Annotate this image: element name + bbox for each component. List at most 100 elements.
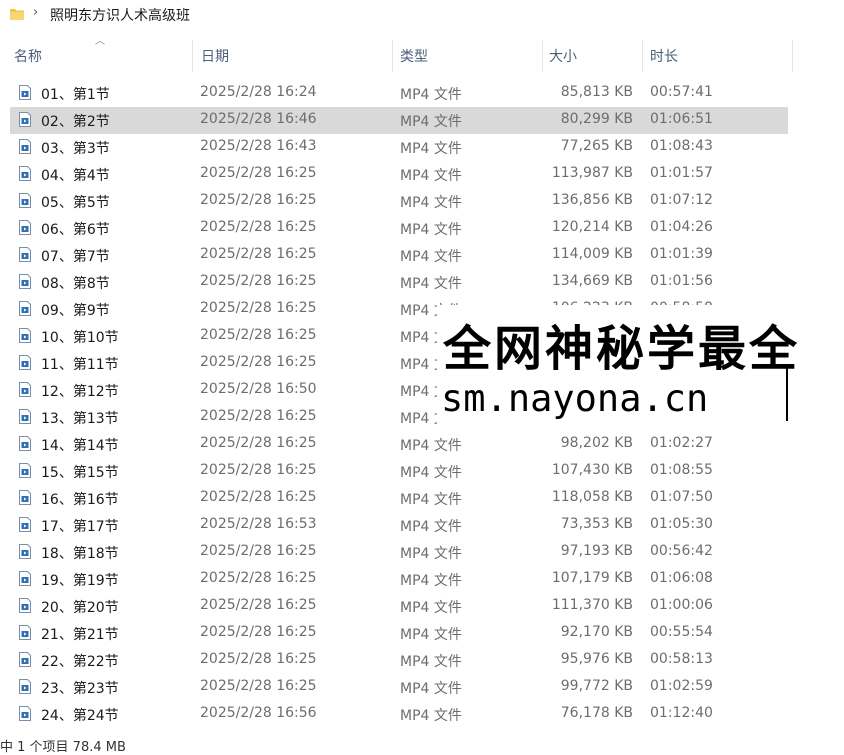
file-duration: 01:02:59	[650, 678, 713, 694]
file-type: MP4 文件	[400, 276, 462, 292]
file-size: 98,202 KB	[560, 435, 633, 451]
file-type: MP4 文件	[400, 681, 462, 697]
file-row[interactable]: 20、第20节 2025/2/28 16:25 MP4 文件 111,370 KB 01…	[10, 593, 788, 620]
column-size[interactable]: 大小	[549, 46, 577, 66]
file-name[interactable]: 10、第10节	[41, 327, 119, 347]
column-header: ︿ 名称 日期 类型 大小 时长	[0, 36, 844, 72]
file-type: MP4 文件	[400, 600, 462, 616]
file-type: MP4 文件	[400, 465, 462, 481]
file-type: MP4 文件	[400, 627, 462, 643]
file-name[interactable]: 11、第11节	[41, 354, 119, 374]
video-file-icon	[19, 220, 31, 235]
file-name[interactable]: 21、第21节	[41, 624, 119, 644]
file-name[interactable]: 24、第24节	[41, 705, 119, 725]
file-type: MP4 文件	[400, 114, 462, 130]
file-size: 97,193 KB	[560, 543, 633, 559]
file-duration: 00:55:54	[650, 624, 713, 640]
file-duration: 00:58:13	[650, 651, 713, 667]
file-date: 2025/2/28 16:50	[200, 381, 317, 397]
file-name[interactable]: 03、第3节	[41, 138, 110, 158]
column-name[interactable]: 名称	[14, 46, 42, 66]
file-name[interactable]: 20、第20节	[41, 597, 119, 617]
breadcrumb-folder[interactable]: 照明东方识人术高级班	[50, 5, 190, 25]
file-row[interactable]: 04、第4节 2025/2/28 16:25 MP4 文件 113,987 KB 01:…	[10, 161, 788, 188]
watermark-title: 全网神秘学最全	[443, 321, 801, 377]
file-row[interactable]: 18、第18节 2025/2/28 16:25 MP4 文件 97,193 KB 00:…	[10, 539, 788, 566]
file-type: MP4 文件	[400, 141, 462, 157]
file-name[interactable]: 06、第6节	[41, 219, 110, 239]
file-row[interactable]: 19、第19节 2025/2/28 16:25 MP4 文件 107,179 KB 01…	[10, 566, 788, 593]
file-size: 73,353 KB	[560, 516, 633, 532]
file-size: 118,058 KB	[551, 489, 633, 505]
text-cursor	[786, 367, 788, 421]
column-type[interactable]: 类型	[400, 46, 428, 66]
column-divider[interactable]	[642, 40, 643, 72]
file-size: 99,772 KB	[560, 678, 633, 694]
file-name[interactable]: 09、第9节	[41, 300, 110, 320]
watermark-overlay: 全网神秘学最全 sm.nayona.cn	[437, 305, 844, 427]
column-date[interactable]: 日期	[201, 46, 229, 66]
file-size: 85,813 KB	[560, 84, 633, 100]
file-date: 2025/2/28 16:25	[200, 597, 317, 613]
file-row[interactable]: 01、第1节 2025/2/28 16:24 MP4 文件 85,813 KB 00:5…	[10, 80, 788, 107]
file-name[interactable]: 01、第1节	[41, 84, 110, 104]
video-file-icon	[19, 301, 31, 316]
video-file-icon	[19, 625, 31, 640]
column-divider[interactable]	[542, 40, 543, 72]
file-duration: 00:56:42	[650, 543, 713, 559]
file-date: 2025/2/28 16:25	[200, 273, 317, 289]
file-name[interactable]: 22、第22节	[41, 651, 119, 671]
file-date: 2025/2/28 16:53	[200, 516, 317, 532]
file-row[interactable]: 24、第24节 2025/2/28 16:56 MP4 文件 76,178 KB 01:…	[10, 701, 788, 728]
file-name[interactable]: 19、第19节	[41, 570, 119, 590]
file-row[interactable]: 17、第17节 2025/2/28 16:53 MP4 文件 73,353 KB 01:…	[10, 512, 788, 539]
file-name[interactable]: 17、第17节	[41, 516, 119, 536]
file-duration: 01:06:51	[650, 111, 713, 127]
file-row[interactable]: 16、第16节 2025/2/28 16:25 MP4 文件 118,058 KB 01…	[10, 485, 788, 512]
file-name[interactable]: 12、第12节	[41, 381, 119, 401]
file-name[interactable]: 15、第15节	[41, 462, 119, 482]
file-type: MP4 文件	[400, 654, 462, 670]
file-name[interactable]: 07、第7节	[41, 246, 110, 266]
video-file-icon	[19, 328, 31, 343]
file-name[interactable]: 04、第4节	[41, 165, 110, 185]
chevron-right-icon[interactable]: ›	[33, 5, 38, 20]
video-file-icon	[19, 409, 31, 424]
column-divider[interactable]	[392, 40, 393, 72]
video-file-icon	[19, 517, 31, 532]
column-divider[interactable]	[192, 40, 193, 72]
file-row[interactable]: 02、第2节 2025/2/28 16:46 MP4 文件 80,299 KB 01:0…	[10, 107, 788, 134]
file-name[interactable]: 02、第2节	[41, 111, 110, 131]
folder-icon	[10, 9, 24, 20]
address-bar[interactable]: › 照明东方识人术高级班	[0, 0, 844, 30]
video-file-icon	[19, 436, 31, 451]
file-row[interactable]: 06、第6节 2025/2/28 16:25 MP4 文件 120,214 KB 01:…	[10, 215, 788, 242]
file-name[interactable]: 14、第14节	[41, 435, 119, 455]
file-row[interactable]: 23、第23节 2025/2/28 16:25 MP4 文件 99,772 KB 01:…	[10, 674, 788, 701]
file-duration: 01:01:39	[650, 246, 713, 262]
file-row[interactable]: 08、第8节 2025/2/28 16:25 MP4 文件 134,669 KB 01:…	[10, 269, 788, 296]
file-row[interactable]: 22、第22节 2025/2/28 16:25 MP4 文件 95,976 KB 00:…	[10, 647, 788, 674]
sort-ascending-icon: ︿	[95, 36, 105, 47]
file-row[interactable]: 05、第5节 2025/2/28 16:25 MP4 文件 136,856 KB 01:…	[10, 188, 788, 215]
file-date: 2025/2/28 16:25	[200, 624, 317, 640]
file-type: MP4 文件	[400, 438, 462, 454]
video-file-icon	[19, 544, 31, 559]
file-name[interactable]: 16、第16节	[41, 489, 119, 509]
column-divider[interactable]	[792, 40, 793, 72]
file-name[interactable]: 18、第18节	[41, 543, 119, 563]
file-type: MP4 文件	[400, 249, 462, 265]
file-row[interactable]: 07、第7节 2025/2/28 16:25 MP4 文件 114,009 KB 01:…	[10, 242, 788, 269]
video-file-icon	[19, 112, 31, 127]
video-file-icon	[19, 139, 31, 154]
file-row[interactable]: 21、第21节 2025/2/28 16:25 MP4 文件 92,170 KB 00:…	[10, 620, 788, 647]
file-row[interactable]: 15、第15节 2025/2/28 16:25 MP4 文件 107,430 KB 01…	[10, 458, 788, 485]
file-name[interactable]: 23、第23节	[41, 678, 119, 698]
column-duration[interactable]: 时长	[650, 46, 678, 66]
file-size: 113,987 KB	[551, 165, 633, 181]
file-name[interactable]: 05、第5节	[41, 192, 110, 212]
file-row[interactable]: 14、第14节 2025/2/28 16:25 MP4 文件 98,202 KB 01:…	[10, 431, 788, 458]
file-name[interactable]: 08、第8节	[41, 273, 110, 293]
file-name[interactable]: 13、第13节	[41, 408, 119, 428]
file-row[interactable]: 03、第3节 2025/2/28 16:43 MP4 文件 77,265 KB 01:0…	[10, 134, 788, 161]
